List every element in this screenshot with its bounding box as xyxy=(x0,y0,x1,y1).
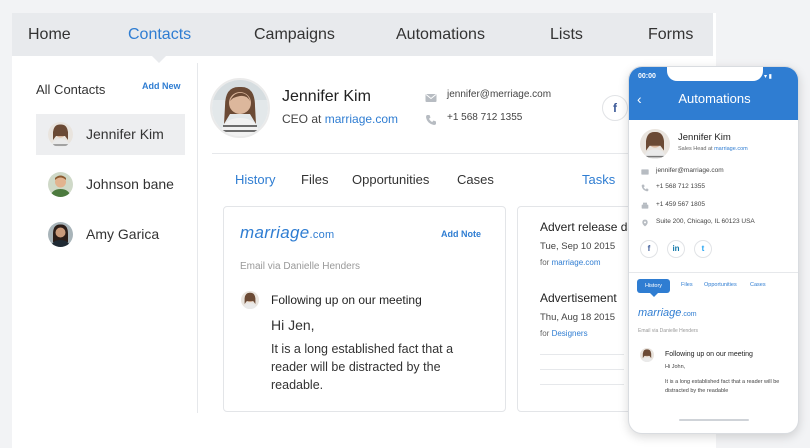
nav-campaigns[interactable]: Campaigns xyxy=(254,26,335,44)
avatar xyxy=(48,122,73,147)
mobile-phone-1[interactable]: +1 568 712 1355 xyxy=(656,183,705,190)
profile-phone[interactable]: +1 568 712 1355 xyxy=(447,112,522,123)
add-new-link[interactable]: Add New xyxy=(142,81,181,91)
contact-item-amy-garica[interactable]: Amy Garica xyxy=(36,214,185,255)
phone-icon xyxy=(641,184,649,192)
avatar xyxy=(48,172,73,197)
mobile-role-title: Sales Head at xyxy=(678,146,713,152)
contact-name: Jennifer Kim xyxy=(86,126,164,142)
tab-cases[interactable]: Cases xyxy=(457,172,494,187)
top-nav: Home Contacts Campaigns Automations List… xyxy=(12,13,713,56)
crm-app-window: Home Contacts Campaigns Automations List… xyxy=(12,13,716,448)
mobile-app-preview: 00:00 ▾ ▮ ‹ Automations Jennifer Kim Sal… xyxy=(628,66,799,434)
facebook-icon[interactable]: f xyxy=(640,240,658,258)
mobile-tab-opportunities[interactable]: Opportunities xyxy=(704,282,737,288)
logo-main: marriage xyxy=(240,223,310,242)
tab-opportunities[interactable]: Opportunities xyxy=(352,172,429,187)
profile-name: Jennifer Kim xyxy=(282,88,371,105)
profile-role: CEO at marriage.com xyxy=(282,112,398,126)
event-for-link[interactable]: Designers xyxy=(552,329,588,338)
mobile-contact-role: Sales Head at marriage.com xyxy=(678,146,748,152)
role-title: CEO at xyxy=(282,112,322,126)
company-logo: marriage.com xyxy=(638,307,697,319)
contact-name: Johnson bane xyxy=(86,176,174,192)
event-title[interactable]: Advertisement xyxy=(540,291,617,305)
mobile-message-subject[interactable]: Following up on our meeting xyxy=(665,351,753,358)
linkedin-icon[interactable]: in xyxy=(667,240,685,258)
contact-item-johnson-bane[interactable]: Johnson bane xyxy=(36,164,185,205)
mobile-divider xyxy=(629,272,798,273)
contact-name: Amy Garica xyxy=(86,226,160,242)
screen-frame: Home Contacts Campaigns Automations List… xyxy=(0,0,810,448)
sidebar-title: All Contacts xyxy=(36,82,106,97)
event-for-label: for xyxy=(540,258,550,267)
home-indicator xyxy=(679,419,749,421)
avatar xyxy=(48,222,73,247)
tab-history[interactable]: History xyxy=(235,172,275,187)
fax-icon xyxy=(641,202,649,209)
message-body: It is a long established fact that a rea… xyxy=(271,342,454,392)
event-date: Tue, Sep 10 2015 xyxy=(540,241,616,252)
mobile-address: Suite 200, Chicago, IL 60123 USA xyxy=(656,218,755,225)
mail-icon xyxy=(425,94,437,102)
location-icon xyxy=(642,219,648,227)
mobile-message-body: It is a long established fact that a rea… xyxy=(665,379,780,394)
event-title[interactable]: Advert release da xyxy=(540,220,634,234)
placeholder-line xyxy=(540,384,624,385)
mobile-title: Automations xyxy=(678,91,751,106)
event-for: for marriage.com xyxy=(540,258,600,267)
mobile-tab-cases[interactable]: Cases xyxy=(750,282,766,288)
tab-files[interactable]: Files xyxy=(301,172,328,187)
logo-suffix: .com xyxy=(681,311,697,318)
company-logo: marriage.com xyxy=(240,223,335,243)
logo-suffix: .com xyxy=(309,229,335,241)
active-nav-pointer xyxy=(152,56,166,63)
tab-tasks[interactable]: Tasks xyxy=(582,172,615,187)
phone-icon xyxy=(426,115,436,125)
placeholder-line xyxy=(540,354,624,355)
event-for-label: for xyxy=(540,329,550,338)
mobile-email[interactable]: jennifer@marriage.com xyxy=(656,167,724,174)
mail-icon xyxy=(641,169,649,175)
mobile-contact-name: Jennifer Kim xyxy=(678,132,731,143)
status-icons: ▾ ▮ xyxy=(764,74,772,80)
add-note-button[interactable]: Add Note xyxy=(441,229,481,239)
twitter-icon[interactable]: t xyxy=(694,240,712,258)
mobile-tab-history[interactable]: History xyxy=(637,279,670,293)
avatar xyxy=(241,291,259,309)
nav-forms[interactable]: Forms xyxy=(648,26,693,44)
history-card: marriage.com Add Note Email via Danielle… xyxy=(223,206,506,412)
message-subject[interactable]: Following up on our meeting xyxy=(271,293,422,307)
event-date: Thu, Aug 18 2015 xyxy=(540,312,616,323)
status-time: 00:00 xyxy=(638,73,656,80)
active-tab-pointer xyxy=(650,293,658,297)
company-link[interactable]: marriage.com xyxy=(325,112,398,126)
logo-main: marriage xyxy=(638,307,682,319)
event-for-link[interactable]: marriage.com xyxy=(552,258,601,267)
event-for: for Designers xyxy=(540,329,588,338)
mobile-company-link[interactable]: marriage.com xyxy=(714,146,748,152)
contacts-sidebar: All Contacts Add New Jennifer Kim Johnso… xyxy=(12,63,198,413)
nav-automations[interactable]: Automations xyxy=(396,26,485,44)
profile-avatar xyxy=(210,78,270,138)
nav-home[interactable]: Home xyxy=(28,26,71,44)
profile-email[interactable]: jennifer@merriage.com xyxy=(447,89,551,100)
message-greeting: Hi Jen, xyxy=(271,317,315,333)
avatar xyxy=(640,348,654,362)
email-via-label: Email via Danielle Henders xyxy=(638,328,699,334)
nav-lists[interactable]: Lists xyxy=(550,26,583,44)
email-via-label: Email via Danielle Henders xyxy=(240,261,361,272)
phone-notch xyxy=(667,67,763,81)
placeholder-line xyxy=(540,369,624,370)
mobile-phone-2[interactable]: +1 459 567 1805 xyxy=(656,201,705,208)
facebook-icon[interactable]: f xyxy=(602,95,628,121)
contact-item-jennifer-kim[interactable]: Jennifer Kim xyxy=(36,114,185,155)
nav-contacts[interactable]: Contacts xyxy=(128,26,191,44)
avatar xyxy=(640,129,670,159)
mobile-message-greeting: Hi John, xyxy=(665,364,686,370)
mobile-tab-files[interactable]: Files xyxy=(681,282,693,288)
